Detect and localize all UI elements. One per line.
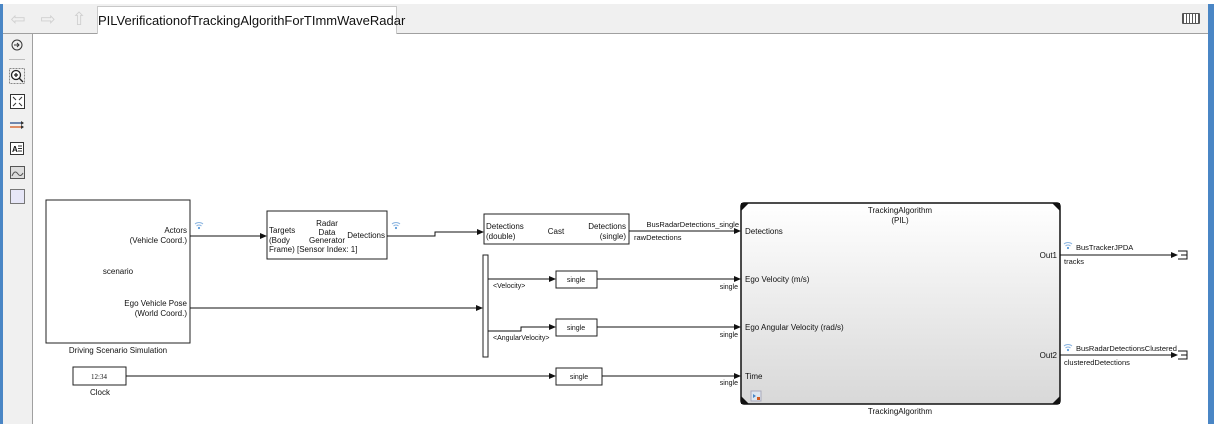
wireless-icon: [1063, 241, 1073, 250]
radar-title-3: Generator: [309, 236, 345, 245]
signal-label-velocity: <Velocity>: [493, 283, 525, 290]
left-toolbar: A: [3, 34, 33, 424]
cast-in-2: (double): [486, 232, 516, 241]
convert-angular-block[interactable]: single: [555, 318, 598, 337]
zoom-icon[interactable]: [9, 68, 25, 84]
datatype-label: single: [720, 380, 738, 387]
port-ego-pose: Ego Vehicle Pose: [124, 299, 187, 308]
wireless-icon: [194, 221, 204, 230]
port-in-detections: Detections: [745, 227, 783, 236]
signal-label-clustered: clusteredDetections: [1064, 358, 1130, 367]
radar-title-4: [Sensor Index: 1]: [297, 245, 357, 254]
port-out1: Out1: [1040, 251, 1058, 260]
tracking-algorithm-block[interactable]: TrackingAlgorithm (PIL) Detections Ego V…: [740, 202, 1061, 405]
convert-label: single: [570, 374, 588, 381]
model-tab[interactable]: PILVerificationofTrackingAlgorithForTImm…: [97, 6, 405, 34]
clock-block[interactable]: 12:34: [72, 366, 127, 386]
clock-display: 12:34: [91, 373, 107, 381]
clock-caption: Clock: [90, 388, 111, 397]
tracking-title: TrackingAlgorithm: [868, 206, 933, 215]
port-targets-3: Frame): [269, 245, 295, 254]
port-actors-sub: (Vehicle Coord.): [130, 236, 188, 245]
navigation-bar: ⇦ ⇨ ⇧ PILVerificationofTrackingAlgorithF…: [3, 4, 1208, 34]
wireless-icon: [391, 221, 401, 230]
convert-time-block[interactable]: single: [555, 367, 603, 386]
block-diagram-canvas[interactable]: Actors (Vehicle Coord.) scenario Ego Veh…: [33, 34, 1208, 424]
terminator-block-1[interactable]: [1178, 250, 1188, 260]
signal-label-angular: <AngularVelocity>: [493, 335, 549, 342]
port-in-time: Time: [745, 372, 763, 381]
cast-block[interactable]: Detections (double) Cast Detections (sin…: [483, 213, 630, 245]
bus-tracker-label: BusTrackerJPDA: [1076, 243, 1133, 252]
pil-badge-icon: [750, 390, 762, 402]
keyboard-icon[interactable]: [1182, 13, 1200, 24]
port-targets-2: (Body: [269, 236, 290, 245]
wireless-icon: [1063, 343, 1073, 352]
cast-name: Cast: [548, 227, 565, 236]
svg-text:A: A: [12, 145, 18, 154]
driving-scenario-block[interactable]: Actors (Vehicle Coord.) scenario Ego Veh…: [45, 199, 191, 344]
cast-in-1: Detections: [486, 222, 524, 231]
port-in-ego-velocity: Ego Velocity (m/s): [745, 275, 810, 284]
hide-show-icon[interactable]: [9, 37, 25, 53]
convert-velocity-block[interactable]: single: [555, 270, 598, 289]
convert-label: single: [567, 277, 585, 284]
signal-angular-velocity[interactable]: [488, 324, 556, 332]
signal-label-raw: rawDetections: [634, 233, 682, 242]
port-actors: Actors: [164, 226, 187, 235]
annotation-icon[interactable]: A: [9, 140, 25, 156]
convert-label: single: [567, 325, 585, 332]
arrow-left-icon[interactable]: ⇦: [8, 10, 28, 28]
port-in-ego-angular-velocity: Ego Angular Velocity (rad/s): [745, 323, 844, 332]
signal-label-tracks: tracks: [1064, 257, 1084, 266]
bus-clustered-label: BusRadarDetectionsClustered: [1076, 344, 1177, 353]
arrow-right-icon[interactable]: ⇨: [38, 10, 58, 28]
bus-type-label: BusRadarDetections_single: [646, 220, 739, 229]
image-icon[interactable]: [9, 164, 25, 180]
port-targets: Targets: [269, 226, 295, 235]
area-icon[interactable]: [9, 188, 25, 204]
scenario-name: scenario: [103, 267, 134, 276]
tracking-subtitle: (PIL): [891, 216, 909, 225]
radar-data-generator-block[interactable]: Radar Data Generator [Sensor Index: 1] T…: [266, 210, 388, 260]
signal-lines-icon[interactable]: [9, 117, 25, 133]
terminator-block-2[interactable]: [1178, 350, 1188, 360]
datatype-label: single: [720, 284, 738, 291]
toolbar-divider: [9, 59, 25, 60]
datatype-label: single: [720, 332, 738, 339]
signal-detections[interactable]: [387, 229, 484, 237]
fit-view-icon[interactable]: [9, 93, 25, 109]
arrow-up-icon[interactable]: ⇧: [69, 10, 89, 28]
cast-out-1: Detections: [588, 222, 626, 231]
tracking-caption: TrackingAlgorithm: [868, 407, 933, 416]
scenario-caption: Driving Scenario Simulation: [69, 346, 167, 355]
bus-selector-block[interactable]: [482, 254, 489, 358]
port-ego-pose-sub: (World Coord.): [135, 309, 188, 318]
radar-title-1: Radar: [316, 219, 338, 228]
port-out2: Out2: [1040, 351, 1058, 360]
cast-out-2: (single): [600, 232, 627, 241]
port-detections: Detections: [347, 231, 385, 240]
